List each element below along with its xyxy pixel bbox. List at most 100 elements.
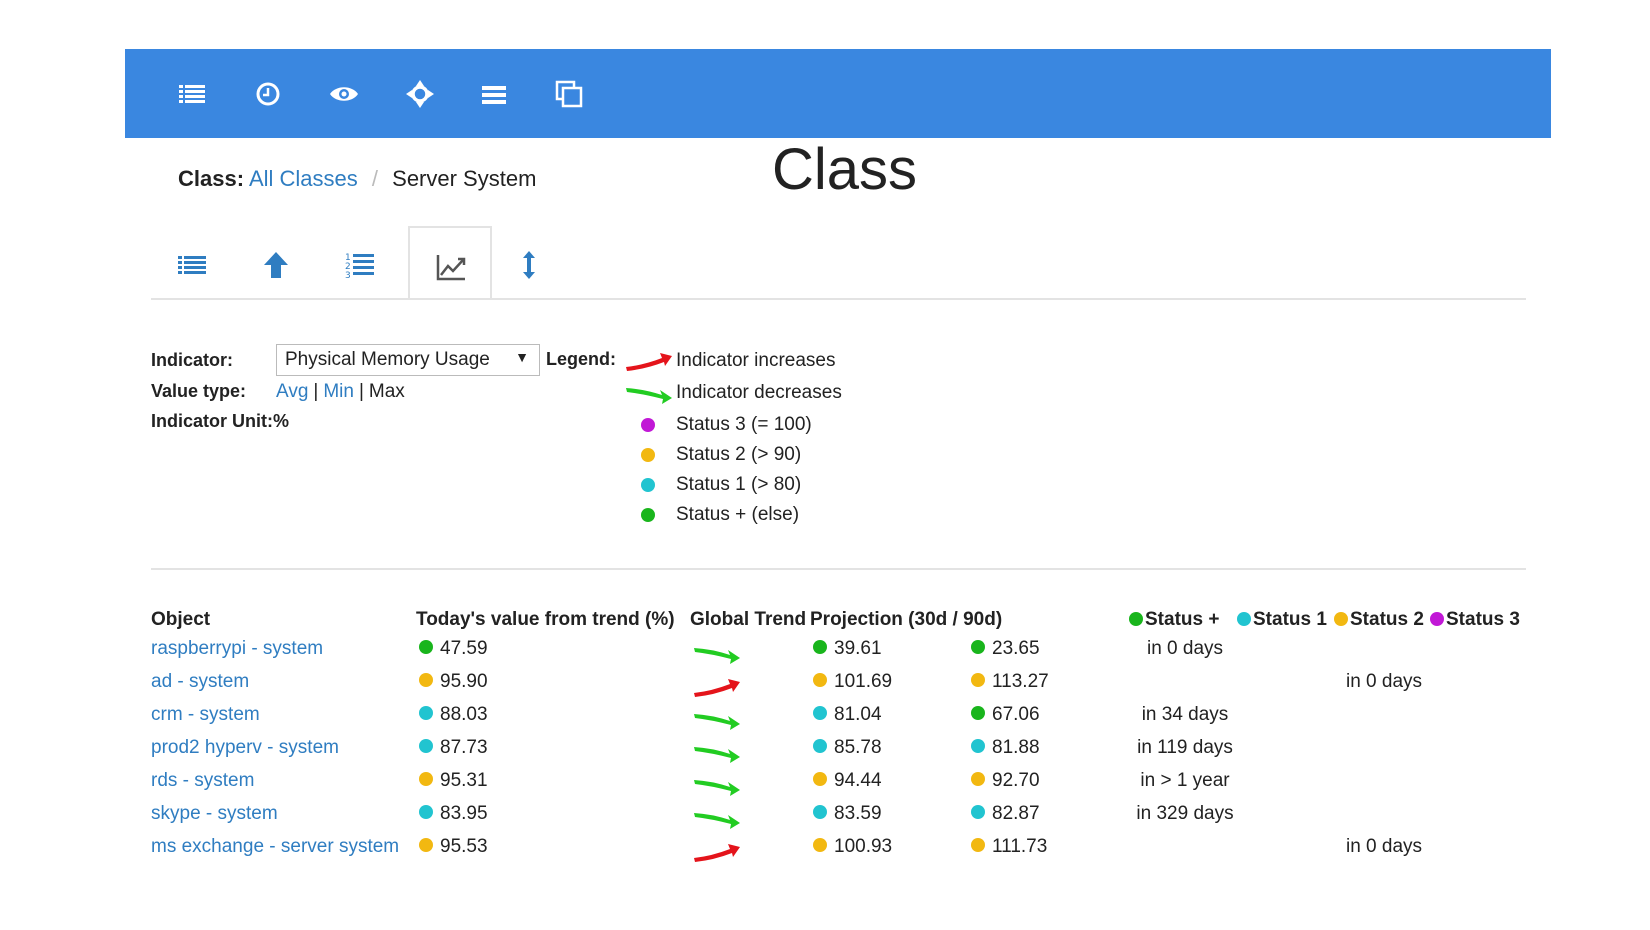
projection-90d-cell: 113.27 — [971, 671, 1049, 693]
object-cell: rds - system — [151, 770, 254, 792]
today-value: 83.95 — [440, 803, 488, 824]
projection-30d-cell: 85.78 — [813, 737, 882, 759]
header-status-1-label: Status 1 — [1253, 609, 1327, 630]
status-dot — [971, 706, 985, 720]
breadcrumb-current: Server System — [392, 166, 537, 191]
numbered-list-icon: 1 2 3 — [345, 253, 374, 281]
trend-down-arrow-icon — [692, 708, 744, 732]
table-row: raspberrypi - system 47.59 39.61 23.65 in 0 … — [0, 638, 1650, 671]
status-3-dot — [641, 418, 655, 432]
legend-status-plus: Status + (else) — [676, 504, 800, 525]
today-value-cell: 88.03 — [419, 704, 488, 726]
header-today: Today's value from trend (%) — [416, 609, 675, 630]
status-dot — [813, 838, 827, 852]
today-value-cell: 95.90 — [419, 671, 488, 693]
menu-icon[interactable] — [477, 77, 511, 111]
header-status-plus: Status + — [1129, 609, 1219, 631]
status-2-dot — [641, 448, 655, 462]
status-dot — [971, 640, 985, 654]
status-plus-cell: in 0 days — [1146, 638, 1224, 659]
tab-divider — [151, 298, 1526, 300]
breadcrumb-link-all-classes[interactable]: All Classes — [249, 166, 358, 191]
list-icon — [178, 256, 206, 274]
value-type-min[interactable]: Min — [323, 381, 354, 402]
dropdown-arrow-icon: ▼ — [515, 349, 529, 365]
page-title: Class — [772, 137, 918, 202]
breadcrumb: Class: All Classes / Server System — [178, 166, 536, 192]
table-row: crm - system 88.03 81.04 67.06 in 34 days — [0, 704, 1650, 737]
copy-icon[interactable] — [552, 77, 586, 111]
indicator-select-value: Physical Memory Usage — [285, 349, 490, 370]
object-cell: raspberrypi - system — [151, 638, 323, 660]
object-link[interactable]: raspberrypi - system — [151, 638, 323, 659]
projection-30d-value: 101.69 — [834, 671, 893, 692]
object-cell: skype - system — [151, 803, 278, 825]
trend-up-arrow-icon — [692, 675, 744, 699]
status-dot — [813, 673, 827, 687]
value-type-options: Avg | Min | Max — [276, 381, 405, 403]
projection-30d-cell: 101.69 — [813, 671, 892, 693]
status-dot — [813, 805, 827, 819]
separator: | — [313, 381, 319, 402]
value-type-avg[interactable]: Avg — [276, 381, 308, 402]
section-divider — [151, 568, 1526, 570]
today-value-cell: 95.31 — [419, 770, 488, 792]
vertical-resize-icon — [523, 251, 535, 279]
object-link[interactable]: prod2 hyperv - system — [151, 737, 339, 758]
projection-90d-cell: 82.87 — [971, 803, 1040, 825]
clock-icon[interactable] — [251, 77, 285, 111]
indicator-unit: Indicator Unit:% — [151, 411, 289, 431]
tab-list[interactable] — [151, 226, 235, 300]
table-row: prod2 hyperv - system 87.73 85.78 81.88 in 1… — [0, 737, 1650, 770]
object-link[interactable]: ad - system — [151, 671, 249, 692]
today-value: 47.59 — [440, 638, 488, 659]
object-cell: ad - system — [151, 671, 249, 693]
status-dot — [971, 772, 985, 786]
indicator-select[interactable]: Physical Memory Usage ▼ — [276, 344, 540, 376]
tab-numbered-list[interactable]: 1 2 3 — [319, 226, 403, 300]
status-plus-cell: in 329 days — [1136, 803, 1234, 824]
object-link[interactable]: crm - system — [151, 704, 260, 725]
svg-text:3: 3 — [345, 271, 351, 281]
arrow-down-green-icon — [624, 382, 674, 411]
status-dot — [971, 673, 985, 687]
status-dot — [813, 706, 827, 720]
status-plus-cell: in > 1 year — [1140, 770, 1230, 791]
trend-down-arrow-icon — [692, 741, 744, 765]
status-2-cell: in 0 days — [1345, 836, 1423, 857]
projection-90d-value: 82.87 — [992, 803, 1040, 824]
header-status-3-label: Status 3 — [1446, 609, 1520, 630]
today-value-cell: 47.59 — [419, 638, 488, 660]
today-value: 95.53 — [440, 836, 488, 857]
object-cell: crm - system — [151, 704, 260, 726]
projection-30d-cell: 83.59 — [813, 803, 882, 825]
today-value: 95.90 — [440, 671, 488, 692]
projection-30d-value: 94.44 — [834, 770, 882, 791]
list-icon[interactable] — [175, 77, 209, 111]
object-link[interactable]: ms exchange - server system — [151, 836, 399, 857]
value-type-max[interactable]: Max — [369, 381, 405, 402]
trend-up-arrow-icon — [692, 840, 744, 864]
trend-down-arrow-icon — [692, 642, 744, 666]
status-dot — [419, 805, 433, 819]
legend-status-3: Status 3 (= 100) — [676, 414, 812, 435]
projection-90d-value: 81.88 — [992, 737, 1040, 758]
status-3-dot — [1430, 612, 1444, 626]
tab-resize[interactable] — [488, 226, 572, 300]
status-dot — [813, 640, 827, 654]
crosshair-icon[interactable] — [403, 77, 437, 111]
status-2-dot — [1334, 612, 1348, 626]
object-link[interactable]: rds - system — [151, 770, 254, 791]
tab-upload[interactable] — [235, 226, 319, 300]
legend-status-1: Status 1 (> 80) — [676, 474, 802, 495]
top-toolbar — [125, 49, 1551, 138]
eye-icon[interactable] — [327, 77, 361, 111]
status-plus-dot — [641, 508, 655, 522]
trend-down-arrow-icon — [692, 807, 744, 831]
table-row: rds - system 95.31 94.44 92.70 in > 1 year — [0, 770, 1650, 803]
object-cell: prod2 hyperv - system — [151, 737, 339, 759]
header-status-2-label: Status 2 — [1350, 609, 1424, 630]
tab-trend[interactable] — [408, 226, 492, 300]
line-chart-icon — [436, 255, 466, 281]
object-link[interactable]: skype - system — [151, 803, 278, 824]
